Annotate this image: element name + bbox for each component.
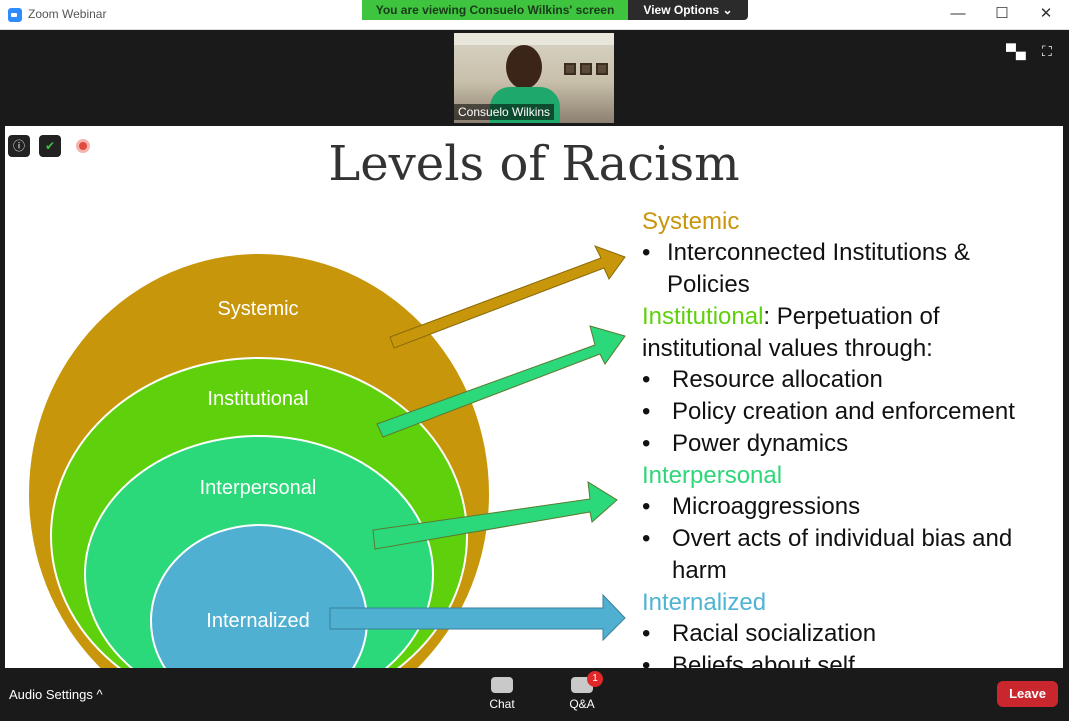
circle-label-institutional: Institutional <box>207 388 308 410</box>
shared-screen: ⓘ ✔ Levels of Racism Systemic Institutio… <box>5 126 1063 668</box>
leave-button[interactable]: Leave <box>997 681 1058 707</box>
bullet-overt: • Overt acts of individual bias and <box>642 525 1013 552</box>
fullscreen-icon[interactable]: ⛶ <box>1042 44 1060 58</box>
bullet-policies: Policies <box>667 271 750 298</box>
window-title: Zoom Webinar <box>28 7 107 21</box>
close-window-button[interactable]: ✕ <box>1023 0 1069 30</box>
participant-name: Consuelo Wilkins <box>454 104 555 120</box>
participant-avatar <box>506 45 542 89</box>
chat-button[interactable]: Chat <box>472 674 532 718</box>
bullet-interconnected: • Interconnected Institutions & <box>642 239 970 266</box>
audio-settings-button[interactable]: Audio Settings ^ <box>9 687 103 702</box>
circle-label-interpersonal: Interpersonal <box>200 477 317 499</box>
qa-badge: 1 <box>587 671 603 687</box>
heading-institutional: Institutional: Perpetuation of <box>642 303 940 330</box>
bullet-beliefs: • Beliefs about self <box>642 652 855 668</box>
heading-interpersonal: Interpersonal <box>642 462 783 489</box>
view-options-button[interactable]: View Options ⌄ <box>628 0 748 20</box>
bullet-power: • Power dynamics <box>642 430 849 457</box>
meeting-controls: Audio Settings ^ Chat 1 Q&A Leave <box>0 668 1069 721</box>
institutional-line2: institutional values through: <box>642 335 933 362</box>
title-bar: Zoom Webinar You are viewing Consuelo Wi… <box>0 0 1069 30</box>
racism-diagram: Systemic Institutional Interpersonal Int… <box>29 245 626 668</box>
arrow-systemic <box>389 245 626 349</box>
circle-label-systemic: Systemic <box>217 298 298 320</box>
chat-icon <box>491 677 513 693</box>
bullet-harm: harm <box>672 557 727 584</box>
circle-label-internalized: Internalized <box>206 610 309 632</box>
qa-label: Q&A <box>569 697 595 711</box>
heading-internalized: Internalized <box>642 589 767 616</box>
zoom-logo-icon <box>8 8 22 22</box>
minimize-button[interactable]: — <box>935 0 981 30</box>
maximize-button[interactable]: ☐ <box>979 0 1025 30</box>
bullet-microaggressions: • Microaggressions <box>642 493 861 520</box>
bullet-resource: • Resource allocation <box>642 366 883 393</box>
qa-button[interactable]: 1 Q&A <box>552 671 612 718</box>
heading-systemic: Systemic <box>642 208 740 235</box>
bullet-policy: • Policy creation and enforcement <box>642 398 1015 425</box>
chat-label: Chat <box>489 697 515 711</box>
viewing-banner: You are viewing Consuelo Wilkins' screen <box>362 0 628 20</box>
video-strip: Consuelo Wilkins ▀▄ ⛶ <box>0 30 1069 126</box>
participant-video[interactable]: Consuelo Wilkins <box>454 33 614 123</box>
bullet-socialization: • Racial socialization <box>642 620 877 647</box>
layout-switch-icon[interactable]: ▀▄ <box>1006 44 1026 58</box>
